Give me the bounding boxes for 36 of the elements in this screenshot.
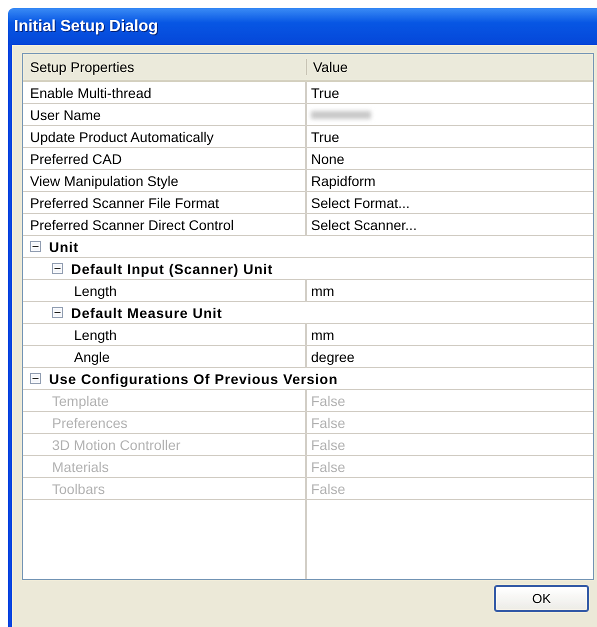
column-header: Value bbox=[313, 59, 348, 75]
property-name: Angle bbox=[74, 348, 110, 364]
property-name: Preferred CAD bbox=[30, 150, 122, 166]
property-name: Enable Multi-thread bbox=[30, 84, 152, 100]
property-name: Update Product Automatically bbox=[30, 128, 214, 144]
property-value[interactable]: True bbox=[311, 128, 340, 144]
group-label: Default Measure Unit bbox=[71, 304, 222, 320]
property-name: Materials bbox=[52, 458, 109, 474]
property-value[interactable]: Select Scanner... bbox=[311, 216, 417, 232]
property-value[interactable]: mm bbox=[311, 326, 334, 342]
group-label: Use Configurations Of Previous Version bbox=[49, 370, 338, 386]
group-label: Default Input (Scanner) Unit bbox=[71, 260, 273, 276]
property-value[interactable]: True bbox=[311, 84, 340, 100]
ok-button[interactable]: OK bbox=[494, 585, 589, 612]
property-name: Length bbox=[74, 326, 117, 342]
property-name: Template bbox=[52, 392, 109, 408]
property-value[interactable]: None bbox=[311, 150, 344, 166]
property-name: Preferred Scanner File Format bbox=[30, 194, 220, 210]
property-name: User Name bbox=[30, 106, 101, 122]
collapse-icon[interactable] bbox=[52, 263, 63, 274]
column-header: Setup Properties bbox=[30, 59, 134, 75]
property-name: 3D Motion Controller bbox=[52, 436, 180, 452]
property-value[interactable]: degree bbox=[311, 348, 355, 364]
property-name: Toolbars bbox=[52, 480, 105, 496]
property-name: Length bbox=[74, 282, 117, 298]
property-value[interactable]: Select Format... bbox=[311, 194, 410, 210]
collapse-icon[interactable] bbox=[30, 241, 41, 252]
collapse-icon[interactable] bbox=[30, 373, 41, 384]
property-value[interactable]: Rapidform bbox=[311, 172, 376, 188]
property-name: View Manipulation Style bbox=[30, 172, 178, 188]
group-label: Unit bbox=[49, 238, 79, 254]
property-name: Preferences bbox=[52, 414, 128, 430]
property-value[interactable]: mm bbox=[311, 282, 334, 298]
collapse-icon[interactable] bbox=[52, 307, 63, 318]
window-title: Initial Setup Dialog bbox=[14, 18, 158, 36]
property-name: Preferred Scanner Direct Control bbox=[30, 216, 234, 232]
